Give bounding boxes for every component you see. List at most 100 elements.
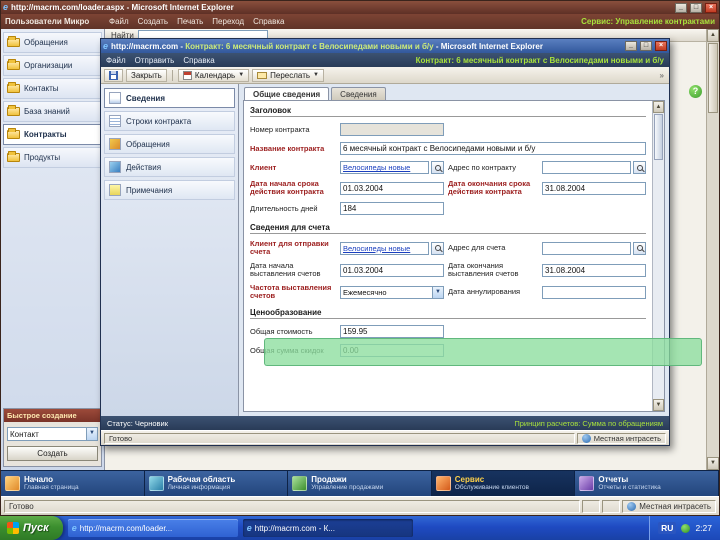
clock[interactable]: 2:27	[695, 523, 712, 533]
lookup-button[interactable]	[431, 161, 444, 174]
section-pricing: Ценообразование	[250, 308, 646, 319]
field-label: Дата начала выставления счетов	[250, 261, 321, 278]
maximize-button[interactable]: □	[690, 2, 702, 13]
lookup-button[interactable]	[633, 241, 646, 255]
calendar-icon	[182, 70, 192, 80]
menu-file[interactable]: Файл	[106, 56, 126, 65]
scroll-down-icon[interactable]: ▼	[707, 457, 719, 470]
sidebar-item-accounts[interactable]: Организации	[3, 55, 102, 76]
nav-tile-workplace[interactable]: Рабочая область Личная информация	[144, 471, 289, 496]
field-label: Дата окончания выставления счетов	[448, 261, 519, 278]
quick-create-selected-value: Контакт	[10, 429, 39, 439]
minimize-button[interactable]: _	[625, 41, 637, 51]
dialog-left-navigation: Сведения Строки контракта Обращения Дейс…	[101, 84, 239, 416]
section-billing: Сведения для счета	[250, 223, 646, 234]
contract-name-field[interactable]	[340, 142, 646, 155]
dialog-menubar: Файл Отправить Справка	[106, 56, 215, 65]
cancellation-date-field[interactable]	[542, 285, 646, 299]
sidebar-item-knowledge-base[interactable]: База знаний	[3, 101, 102, 122]
menu-help[interactable]: Справка	[253, 17, 284, 26]
sidebar-item-products[interactable]: Продукты	[3, 147, 102, 168]
form-nav-information[interactable]: Сведения	[104, 88, 235, 108]
minimize-button[interactable]: _	[675, 2, 687, 13]
form-nav-cases[interactable]: Обращения	[104, 134, 235, 154]
intranet-zone-label: Местная интрасеть	[639, 501, 711, 511]
duration-field[interactable]	[340, 202, 444, 215]
tab-general[interactable]: Общие сведения	[244, 87, 330, 100]
menu-file[interactable]: Файл	[109, 17, 129, 26]
ie-icon: e	[3, 2, 9, 12]
allotment-type-label: Принцип расчетов: Сумма по обращениям	[514, 418, 663, 428]
tab-details[interactable]: Сведения	[331, 87, 386, 100]
dialog-toolbar: Закрыть Календарь ▼ Переслать ▼ »	[101, 67, 669, 84]
nav-tile-sales[interactable]: Продажи Управление продажами	[288, 471, 432, 496]
billing-end-date-field[interactable]	[542, 263, 646, 277]
scroll-up-icon[interactable]: ▲	[653, 101, 664, 113]
sidebar-item-contracts[interactable]: Контракты	[3, 124, 102, 145]
close-button[interactable]: ×	[655, 41, 667, 51]
help-icon[interactable]: ?	[689, 85, 702, 98]
folder-icon	[7, 82, 20, 93]
scroll-up-icon[interactable]: ▲	[707, 29, 719, 42]
save-button[interactable]	[104, 68, 123, 82]
forward-button[interactable]: Переслать ▼	[252, 68, 324, 82]
lookup-button[interactable]	[633, 161, 646, 174]
chevron-down-icon[interactable]: ▼	[432, 286, 443, 298]
menu-goto[interactable]: Переход	[212, 17, 244, 26]
tray-shield-icon[interactable]	[681, 523, 691, 533]
scroll-down-icon[interactable]: ▼	[653, 399, 664, 411]
calendar-button[interactable]: Календарь ▼	[177, 68, 250, 82]
billing-frequency-select[interactable]: Ежемесячно ▼	[340, 285, 444, 299]
intranet-zone-icon	[581, 433, 591, 443]
nav-tile-service[interactable]: Сервис Обслуживание клиентов	[431, 471, 576, 496]
quick-create-button[interactable]: Создать	[7, 446, 98, 461]
form-nav-notes[interactable]: Примечания	[104, 180, 235, 200]
intranet-zone-icon	[627, 501, 637, 511]
scrollbar-thumb[interactable]	[708, 43, 718, 113]
chevron-down-icon[interactable]: ▼	[86, 428, 97, 440]
field-label: Дата окончания срока действия контракта	[448, 179, 531, 196]
language-indicator[interactable]: RU	[658, 522, 677, 534]
menu-help[interactable]: Справка	[183, 56, 214, 65]
start-button[interactable]: Пуск	[0, 516, 63, 540]
menu-send[interactable]: Отправить	[135, 56, 175, 65]
nav-tile-reports[interactable]: Отчеты Отчеты и статистика	[575, 471, 719, 496]
magnifier-icon	[434, 164, 441, 171]
dialog-titlebar: e http://macrm.com - Контракт: 6 месячны…	[101, 39, 669, 53]
toolbar-overflow-icon[interactable]: »	[660, 71, 666, 80]
menu-new[interactable]: Создать	[138, 17, 168, 26]
close-button[interactable]: ×	[705, 2, 717, 13]
ie-icon: e	[103, 40, 109, 51]
billing-customer-link[interactable]: Велосипеды новые	[343, 244, 410, 253]
sidebar-item-label: Обращения	[24, 38, 68, 47]
field-label: Название контракта	[250, 143, 325, 153]
customer-link[interactable]: Велосипеды новые	[343, 163, 410, 172]
magnifier-icon	[636, 245, 643, 251]
sidebar-item-contacts[interactable]: Контакты	[3, 78, 102, 99]
lookup-button[interactable]	[431, 241, 444, 255]
nav-tile-title: Отчеты	[598, 475, 629, 484]
scrollbar-thumb[interactable]	[654, 114, 663, 160]
billing-start-date-field[interactable]	[340, 263, 444, 277]
intranet-zone-label: Местная интрасеть	[593, 433, 661, 443]
main-vertical-scrollbar[interactable]: ▲ ▼	[706, 29, 719, 470]
nav-tile-home[interactable]: Начало Главная страница	[1, 471, 145, 496]
end-date-field[interactable]	[542, 181, 646, 195]
billing-address-lookup-field	[542, 241, 646, 255]
workplace-icon	[148, 476, 164, 491]
sidebar-item-cases[interactable]: Обращения	[3, 32, 102, 53]
form-nav-activities[interactable]: Действия	[104, 157, 235, 177]
customer-lookup-field: Велосипеды новые	[340, 161, 444, 174]
total-price-field[interactable]	[340, 325, 444, 338]
taskbar-window-contract[interactable]: e http://macrm.com - К...	[242, 519, 413, 537]
sidebar-item-label: Контакты	[24, 84, 59, 93]
dialog-header-bar: Файл Отправить Справка Контракт: 6 месяч…	[101, 53, 669, 67]
menu-print[interactable]: Печать	[177, 17, 203, 26]
quick-create-entity-select[interactable]: Контакт ▼	[7, 427, 98, 441]
maximize-button[interactable]: □	[640, 41, 652, 51]
form-nav-contract-lines[interactable]: Строки контракта	[104, 111, 235, 131]
close-form-button[interactable]: Закрыть	[126, 68, 167, 82]
notes-icon	[109, 184, 121, 196]
start-date-field[interactable]	[340, 181, 444, 195]
taskbar-window-loader[interactable]: e http://macrm.com/loader...	[67, 519, 238, 537]
